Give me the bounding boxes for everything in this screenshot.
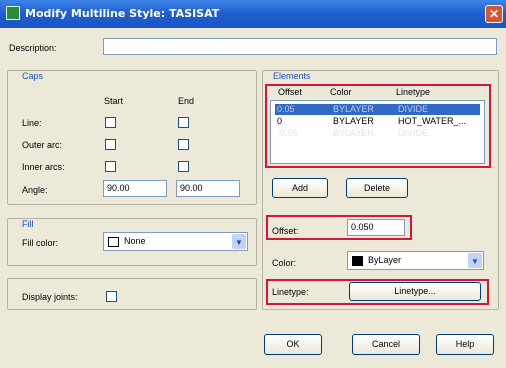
caps-start-header: Start [104, 96, 124, 106]
caps-angle-label: Angle: [22, 185, 48, 195]
line-end-checkbox[interactable] [178, 117, 189, 128]
inner-arcs-end-checkbox[interactable] [178, 161, 189, 172]
offset-highlight [266, 215, 412, 240]
inner-arcs-start-checkbox[interactable] [105, 161, 116, 172]
angle-end-input[interactable]: 90.00 [176, 180, 240, 197]
color-label: Color: [272, 258, 297, 268]
fill-color-select[interactable]: None ▼ [103, 232, 248, 251]
fill-color-label: Fill color: [22, 238, 59, 248]
elements-title: Elements [271, 71, 313, 81]
elements-list-highlight [265, 84, 491, 168]
chevron-down-icon[interactable]: ▼ [468, 253, 482, 268]
app-icon [6, 6, 20, 20]
cancel-button[interactable]: Cancel [352, 334, 420, 355]
fill-color-value: None [124, 236, 146, 246]
close-button[interactable]: ✕ [485, 5, 503, 23]
linetype-highlight [266, 279, 489, 305]
fill-title: Fill [20, 219, 36, 229]
chevron-down-icon[interactable]: ▼ [232, 234, 246, 249]
ok-button[interactable]: OK [264, 334, 322, 355]
help-button[interactable]: Help [436, 334, 494, 355]
angle-start-input[interactable]: 90.00 [103, 180, 167, 197]
element-color-value: ByLayer [368, 255, 402, 265]
outer-arc-start-checkbox[interactable] [105, 139, 116, 150]
delete-button[interactable]: Delete [346, 178, 408, 198]
color-swatch [352, 256, 363, 266]
description-input[interactable] [103, 38, 497, 55]
caps-line-label: Line: [22, 118, 42, 128]
outer-arc-end-checkbox[interactable] [178, 139, 189, 150]
line-start-checkbox[interactable] [105, 117, 116, 128]
caps-inner-arcs-label: Inner arcs: [22, 162, 65, 172]
display-joints-checkbox[interactable] [106, 291, 117, 302]
fill-color-swatch [108, 237, 119, 247]
window-title: Modify Multiline Style: TASISAT [25, 7, 220, 20]
display-joints-label: Display joints: [22, 292, 78, 302]
caps-end-header: End [178, 96, 195, 106]
element-color-select[interactable]: ByLayer ▼ [347, 251, 484, 270]
add-button[interactable]: Add [272, 178, 328, 198]
title-bar[interactable]: Modify Multiline Style: TASISAT ✕ [0, 0, 506, 28]
caps-outer-arc-label: Outer arc: [22, 140, 63, 150]
modify-multiline-style-dialog: Modify Multiline Style: TASISAT ✕ Descri… [0, 0, 506, 368]
caps-title: Caps [20, 71, 46, 81]
description-label: Description: [9, 43, 57, 53]
